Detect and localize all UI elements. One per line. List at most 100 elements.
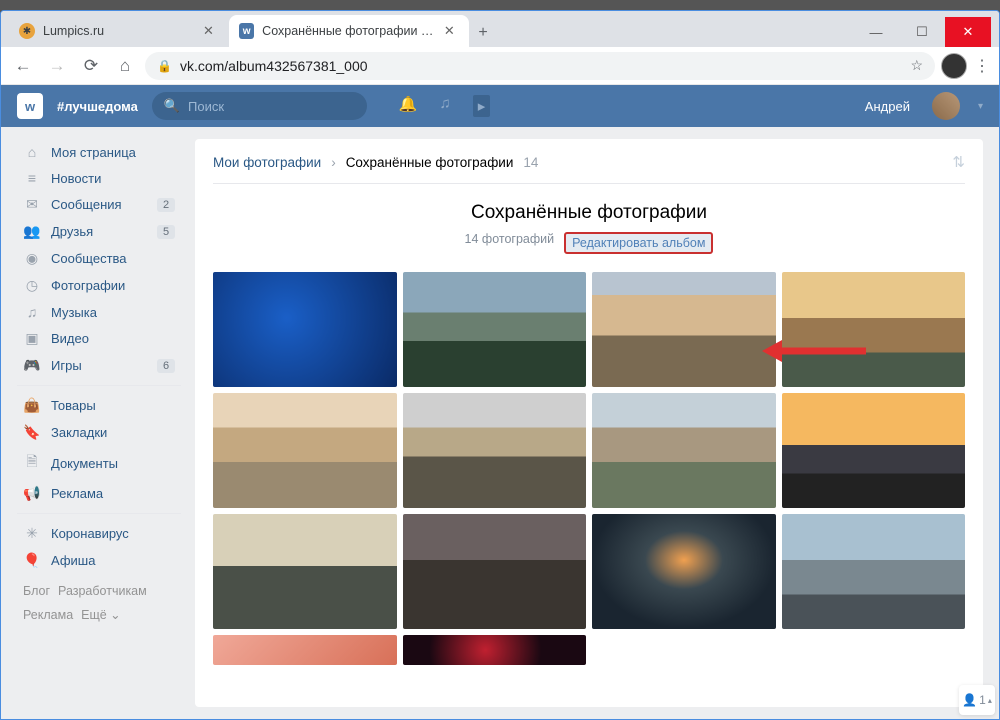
search-placeholder: Поиск	[188, 99, 224, 114]
sidebar-item-games[interactable]: 🎮Игры6	[17, 352, 181, 379]
breadcrumb-root[interactable]: Мои фотографии	[213, 155, 321, 170]
photo-thumb[interactable]	[403, 393, 587, 508]
photo-thumb[interactable]	[213, 635, 397, 665]
footer-link-blog[interactable]: Блог	[23, 584, 50, 598]
chevron-down-icon[interactable]: ▾	[978, 101, 983, 112]
chevron-up-icon: ▴	[988, 696, 992, 705]
sidebar-item-video[interactable]: ▣Видео	[17, 325, 181, 352]
footer-link-ads[interactable]: Реклама	[23, 608, 73, 622]
divider	[17, 385, 181, 386]
message-icon: ✉	[23, 196, 41, 213]
sidebar-item-label: Новости	[51, 171, 101, 186]
vk-tagline[interactable]: #лучшедома	[57, 99, 138, 114]
online-users-button[interactable]: 👤 1 ▴	[959, 685, 995, 715]
photo-thumb[interactable]	[213, 272, 397, 387]
community-icon: ◉	[23, 250, 41, 267]
sidebar-item-communities[interactable]: ◉ Сообщества	[17, 245, 181, 272]
news-icon: ≡	[23, 170, 41, 186]
breadcrumb: Мои фотографии › Сохранённые фотографии …	[213, 153, 965, 184]
sidebar-item-friends[interactable]: 👥Друзья5	[17, 218, 181, 245]
address-bar: ← → ⟳ ⌂ 🔒 vk.com/album432567381_000 ☆ ⋮	[1, 47, 999, 85]
badge: 2	[157, 198, 175, 212]
forward-button[interactable]: →	[43, 52, 71, 80]
edit-album-link[interactable]: Редактировать альбом	[564, 232, 713, 254]
photo-thumb[interactable]	[782, 393, 966, 508]
sidebar-item-label: Игры	[51, 358, 82, 373]
sidebar-item-photos[interactable]: ◷Фотографии	[17, 272, 181, 299]
home-icon: ⌂	[23, 144, 41, 160]
vk-logo[interactable]: w	[17, 93, 43, 119]
back-button[interactable]: ←	[9, 52, 37, 80]
sidebar-item-label: Друзья	[51, 224, 93, 239]
photo-thumb[interactable]	[592, 393, 776, 508]
close-window-button[interactable]: ✕	[945, 17, 991, 47]
browser-menu-button[interactable]: ⋮	[973, 56, 991, 76]
sidebar-item-label: Афиша	[51, 553, 95, 568]
sidebar-item-news[interactable]: ≡ Новости	[17, 165, 181, 191]
sidebar: ⌂Моя страница ≡Новости ✉Сообщения2 👥Друз…	[17, 139, 181, 707]
favicon-vk: w	[239, 23, 254, 39]
tab-title: Сохранённые фотографии – 14	[262, 24, 436, 38]
url-input[interactable]: 🔒 vk.com/album432567381_000 ☆	[145, 52, 935, 80]
bell-icon[interactable]: 🔔	[399, 95, 418, 117]
sidebar-item-label: Моя страница	[51, 145, 136, 160]
megaphone-icon: 📢	[23, 485, 41, 502]
photo-thumb[interactable]	[213, 393, 397, 508]
lock-icon: 🔒	[157, 59, 172, 73]
badge: 5	[157, 225, 175, 239]
content-wrap: ⌂Моя страница ≡Новости ✉Сообщения2 👥Друз…	[1, 127, 999, 719]
sidebar-item-corona[interactable]: ✳Коронавирус	[17, 520, 181, 547]
maximize-button[interactable]: ☐	[899, 17, 945, 47]
tab-strip: ✱ Lumpics.ru ✕ w Сохранённые фотографии …	[1, 11, 999, 47]
divider	[17, 513, 181, 514]
photo-thumb[interactable]	[592, 272, 776, 387]
sidebar-item-label: Сообщества	[51, 251, 127, 266]
photo-thumb[interactable]	[403, 514, 587, 629]
breadcrumb-current: Сохранённые фотографии	[346, 155, 514, 170]
close-icon[interactable]: ✕	[444, 23, 459, 39]
photo-count: 14 фотографий	[465, 232, 555, 254]
photo-thumb[interactable]	[592, 514, 776, 629]
tab-title: Lumpics.ru	[43, 24, 104, 38]
online-count: 1	[979, 693, 986, 707]
photo-thumb[interactable]	[403, 272, 587, 387]
sidebar-item-label: Музыка	[51, 305, 97, 320]
close-icon[interactable]: ✕	[203, 23, 219, 39]
bookmark-star-icon[interactable]: ☆	[910, 57, 923, 74]
footer-link-more[interactable]: Ещё ⌄	[81, 608, 121, 622]
sidebar-item-my-page[interactable]: ⌂ Моя страница	[17, 139, 181, 165]
sidebar-item-music[interactable]: ♫Музыка	[17, 299, 181, 325]
sidebar-item-messages[interactable]: ✉Сообщения2	[17, 191, 181, 218]
footer-link-dev[interactable]: Разработчикам	[58, 584, 147, 598]
photo-thumb[interactable]	[403, 635, 587, 665]
reload-button[interactable]: ⟳	[77, 52, 105, 80]
tab-lumpics[interactable]: ✱ Lumpics.ru ✕	[9, 15, 229, 47]
sidebar-item-bookmarks[interactable]: 🔖Закладки	[17, 419, 181, 446]
sort-icon[interactable]: ⇅	[952, 153, 965, 171]
photo-thumb[interactable]	[782, 514, 966, 629]
virus-icon: ✳	[23, 525, 41, 542]
sidebar-item-label: Товары	[51, 398, 96, 413]
home-button[interactable]: ⌂	[111, 52, 139, 80]
photo-thumb[interactable]	[782, 272, 966, 387]
tab-vk-photos[interactable]: w Сохранённые фотографии – 14 ✕	[229, 15, 469, 47]
sidebar-item-docs[interactable]: 🗎Документы	[17, 446, 181, 480]
document-icon: 🗎	[23, 451, 41, 475]
camera-icon: ◷	[23, 277, 41, 294]
user-name[interactable]: Андрей	[865, 99, 910, 114]
sidebar-item-events[interactable]: 🎈Афиша	[17, 547, 181, 574]
profile-avatar[interactable]	[941, 53, 967, 79]
bag-icon: 👜	[23, 397, 41, 414]
search-input[interactable]: 🔍 Поиск	[152, 92, 367, 120]
sidebar-item-ads[interactable]: 📢Реклама	[17, 480, 181, 507]
breadcrumb-sep: ›	[331, 155, 336, 170]
play-icon[interactable]: ▸	[473, 95, 491, 117]
new-tab-button[interactable]: +	[469, 19, 497, 47]
browser-window: ✱ Lumpics.ru ✕ w Сохранённые фотографии …	[0, 10, 1000, 720]
photo-thumb[interactable]	[213, 514, 397, 629]
sidebar-item-market[interactable]: 👜 Товары	[17, 392, 181, 419]
music-icon[interactable]: ♫	[440, 95, 451, 117]
minimize-button[interactable]: —	[853, 17, 899, 47]
user-avatar[interactable]	[932, 92, 960, 120]
sidebar-item-label: Закладки	[51, 425, 107, 440]
